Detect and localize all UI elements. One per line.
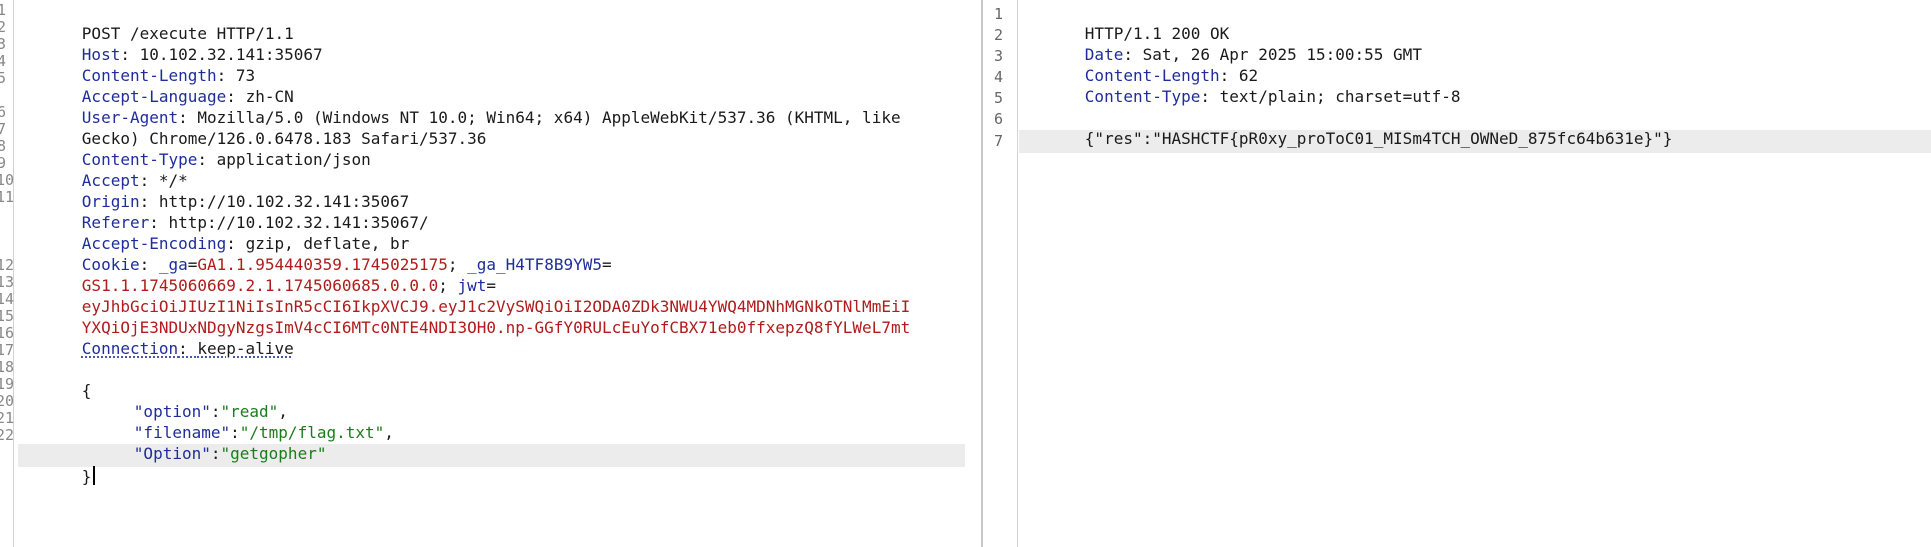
response-body[interactable]: {"res":"HASHCTF{pR0xy_proToC01_MISm4TCH_…	[1027, 107, 1673, 148]
header-cookie-wrap[interactable]: GS1.1.1745060669.2.1.1745060685.0.0.0; j…	[24, 254, 496, 295]
body-field-option[interactable]: "option":"read",	[76, 380, 288, 421]
response-line-number: 6	[993, 110, 1003, 128]
body-close-brace[interactable]: }	[24, 445, 96, 486]
body-field-Option[interactable]: "Option":"getgopher"	[76, 422, 327, 463]
body-open-brace[interactable]: {	[24, 359, 92, 400]
body-field-filename[interactable]: "filename":"/tmp/flag.txt",	[76, 401, 394, 442]
header-cookie-jwt-wrap[interactable]: eyJhbGciOiJIUzI1NiIsInR5cCI6IkpXVCJ9.eyJ…	[24, 275, 910, 316]
header-host[interactable]: Host: 10.102.32.141:35067	[24, 23, 323, 64]
header-value: keep-alive	[197, 339, 294, 358]
response-line-number: 4	[993, 68, 1003, 86]
response-line-number: 7	[993, 132, 1003, 150]
header-name: Connection	[81, 339, 179, 358]
header-accept[interactable]: Accept: */*	[24, 149, 188, 190]
header-user-agent-wrap[interactable]: Gecko) Chrome/126.0.6478.183 Safari/537.…	[24, 107, 487, 148]
header-accept-encoding[interactable]: Accept-Encoding: gzip, deflate, br	[24, 212, 410, 253]
request-line[interactable]: POST /execute HTTP/1.1	[24, 2, 294, 43]
header-cookie-jwt-wrap[interactable]: YXQiOjE3NDUxNDgyNzgsImV4cCI6MTc0NTE4NDI3…	[24, 296, 910, 337]
request-line-number: 5	[0, 69, 6, 87]
request-line-number: 22	[0, 426, 15, 444]
text-cursor	[93, 466, 96, 485]
header-value: text/plain; charset=utf-8	[1219, 87, 1461, 106]
header-user-agent[interactable]: User-Agent: Mozilla/5.0 (Windows NT 10.0…	[24, 86, 901, 127]
header-cookie[interactable]: Cookie: _ga=GA1.1.954440359.1745025175; …	[24, 233, 612, 274]
header-content-length[interactable]: Content-Length: 73	[24, 44, 255, 85]
header-content-length[interactable]: Content-Length: 62	[1027, 44, 1258, 85]
status-line[interactable]: HTTP/1.1 200 OK	[1027, 2, 1230, 43]
request-editor[interactable]: 1 2 3 4 5 6 7 8 9 10 11 12 13 14 15 16 1…	[0, 0, 983, 547]
json-brace: }	[81, 467, 92, 486]
json-key: "Option"	[133, 444, 211, 463]
header-accept-language[interactable]: Accept-Language: zh-CN	[24, 65, 294, 106]
header-referer[interactable]: Referer: http://10.102.32.141:35067/	[24, 191, 429, 232]
response-line-number: 3	[993, 47, 1003, 65]
header-content-type[interactable]: Content-Type: text/plain; charset=utf-8	[1027, 65, 1461, 106]
response-line-gutter: 1 2 3 4 5 6 7	[983, 0, 1018, 547]
header-connection[interactable]: Connection: keep-alive	[24, 317, 294, 358]
header-name: Content-Type	[1084, 87, 1201, 106]
response-viewer[interactable]: 1 2 3 4 5 6 7 HTTP/1.1 200 OK Date: Sat,…	[983, 0, 1931, 547]
http-message-viewer: 1 2 3 4 5 6 7 8 9 10 11 12 13 14 15 16 1…	[0, 0, 1931, 547]
header-date[interactable]: Date: Sat, 26 Apr 2025 15:00:55 GMT	[1027, 23, 1422, 64]
response-body-text: {"res":"HASHCTF{pR0xy_proToC01_MISm4TCH_…	[1084, 129, 1673, 148]
header-origin[interactable]: Origin: http://10.102.32.141:35067	[24, 170, 410, 211]
header-value: application/json	[216, 150, 371, 169]
response-line-number: 5	[993, 89, 1003, 107]
request-line-number: 11	[0, 188, 15, 206]
header-content-type[interactable]: Content-Type: application/json	[24, 128, 371, 169]
request-line-gutter: 1 2 3 4 5 6 7 8 9 10 11 12 13 14 15 16 1…	[0, 0, 14, 547]
json-value: "getgopher"	[220, 444, 327, 463]
response-line-number: 2	[993, 26, 1003, 44]
response-line-number: 1	[993, 5, 1003, 23]
